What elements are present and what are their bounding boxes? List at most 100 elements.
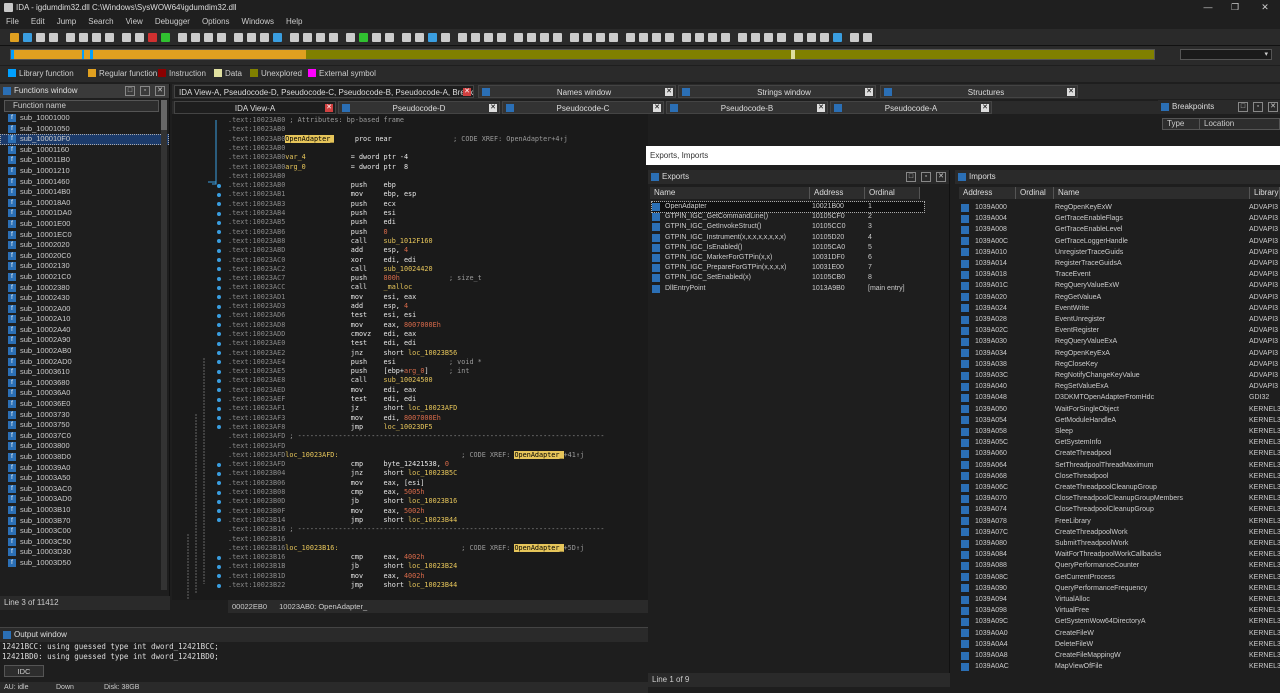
code-label[interactable]: loc_10023B16: [408, 497, 457, 505]
toolbar-tool-icon[interactable]: [497, 33, 506, 42]
import-row[interactable]: 1039A054 GetModuleHandleA KERNEL3: [959, 415, 1280, 426]
toolbar-tool-icon[interactable]: [135, 33, 144, 42]
import-row[interactable]: 1039A02C EventRegister ADVAPI3: [959, 325, 1280, 336]
code-line[interactable]: .text:10023AED mov edi, eax: [228, 386, 416, 395]
function-row[interactable]: f sub_10002A00: [0, 304, 169, 315]
import-row[interactable]: 1039A020 RegGetValueA ADVAPI3: [959, 292, 1280, 303]
highlighted-symbol[interactable]: OpenAdapter_: [285, 134, 335, 143]
view-subtab[interactable]: Pseudocode-D ✕: [338, 101, 500, 114]
code-line[interactable]: .text:10023AB8 call sub_1012F160: [228, 237, 433, 246]
code-line[interactable]: .text:10023B06 mov eax, [esi]: [228, 479, 424, 488]
function-row[interactable]: f sub_10001DA0: [0, 208, 169, 219]
import-row[interactable]: 1039A064 SetThreadpoolThreadMaximum KERNEL…: [959, 460, 1280, 471]
toolbar-tool-icon[interactable]: [721, 33, 730, 42]
code-line[interactable]: .text:10023B1B jb short loc_10023B24: [228, 562, 457, 571]
function-row[interactable]: f sub_10002020: [0, 240, 169, 251]
toolbar-tool-icon[interactable]: [346, 33, 355, 42]
function-row[interactable]: f sub_10001460: [0, 177, 169, 188]
code-line[interactable]: .text:10023AE8 call sub_10024500: [228, 376, 433, 385]
toolbar-tool-icon[interactable]: [583, 33, 592, 42]
toolbar-tool-icon[interactable]: [527, 33, 536, 42]
code-line[interactable]: .text:10023AB5 push edi: [228, 218, 396, 227]
toolbar-tool-icon[interactable]: [708, 33, 717, 42]
code-line[interactable]: .text:10023AFDloc_10023AFD: ; CODE XREF:…: [228, 450, 584, 460]
menu-view[interactable]: View: [120, 15, 149, 29]
imports-name-column[interactable]: Name: [1054, 187, 1250, 199]
toolbar-tool-icon[interactable]: [570, 33, 579, 42]
breakpoint-dot-icon[interactable]: [217, 313, 221, 318]
function-row[interactable]: f sub_10001E00: [0, 219, 169, 230]
code-line[interactable]: .text:10023AB6 push 0: [228, 228, 388, 237]
close-tab-icon[interactable]: ✕: [865, 88, 873, 96]
main-tab[interactable]: IDA View-A, Pseudocode-D, Pseudocode-C, …: [174, 85, 474, 98]
code-line[interactable]: .text:10023ACC call _malloc: [228, 283, 412, 292]
function-row[interactable]: f sub_10003B70: [0, 516, 169, 527]
function-row[interactable]: f sub_10003730: [0, 410, 169, 421]
function-row[interactable]: f sub_10003C00: [0, 526, 169, 537]
close-subtab-icon[interactable]: ✕: [817, 104, 825, 112]
code-label[interactable]: loc_10023AFD:: [285, 451, 338, 459]
toolbar-tool-icon[interactable]: [738, 33, 747, 42]
function-row[interactable]: f sub_100038D0: [0, 452, 169, 463]
code-line[interactable]: .text:10023B16: [228, 535, 285, 544]
toolbar-tool-icon[interactable]: [441, 33, 450, 42]
toolbar-tool-icon[interactable]: [751, 33, 760, 42]
restore-exports-button[interactable]: □: [906, 172, 916, 182]
function-row[interactable]: f sub_10003680: [0, 378, 169, 389]
breakpoint-dot-icon[interactable]: [217, 183, 221, 188]
toolbar-tool-icon[interactable]: [764, 33, 773, 42]
breakpoint-dot-icon[interactable]: [217, 304, 221, 309]
toolbar-tool-icon[interactable]: [161, 33, 170, 42]
code-line[interactable]: .text:10023AB0var_4 = dword ptr -4: [228, 153, 408, 162]
import-row[interactable]: 1039A018 TraceEvent ADVAPI3: [959, 269, 1280, 280]
import-row[interactable]: 1039A050 WaitForSingleObject KERNEL3: [959, 404, 1280, 415]
import-row[interactable]: 1039A00C GetTraceLoggerHandle ADVAPI3: [959, 236, 1280, 247]
toolbar-tool-icon[interactable]: [863, 33, 872, 42]
idc-language-button[interactable]: IDC: [4, 665, 44, 677]
export-row[interactable]: GTPIN_IGC_GetInvokeStruct() 10105CC0 3: [652, 222, 924, 232]
import-row[interactable]: 1039A088 QueryPerformanceCounter KERNEL3: [959, 560, 1280, 571]
code-label[interactable]: loc_10023B16:: [285, 544, 338, 552]
function-row[interactable]: f sub_10002430: [0, 293, 169, 304]
export-row[interactable]: OpenAdapter 10021B00 1: [651, 200, 925, 214]
import-row[interactable]: 1039A08C GetCurrentProcess KERNEL3: [959, 572, 1280, 583]
breakpoint-dot-icon[interactable]: [217, 341, 221, 346]
view-subtab[interactable]: IDA View-A ✕: [174, 101, 336, 114]
breakpoint-dot-icon[interactable]: [217, 258, 221, 262]
toolbar-tool-icon[interactable]: [359, 33, 368, 42]
toolbar-tool-icon[interactable]: [385, 33, 394, 42]
function-row[interactable]: f sub_10002130: [0, 261, 169, 272]
import-row[interactable]: 1039A06C CreateThreadpoolCleanupGroup KERN…: [959, 482, 1280, 493]
import-row[interactable]: 1039A028 EventUnregister ADVAPI3: [959, 314, 1280, 325]
code-line[interactable]: .text:10023AE5 push [ebp+arg_0] ; int: [228, 367, 469, 376]
toolbar-tool-icon[interactable]: [234, 33, 243, 42]
close-tab-icon[interactable]: ✕: [665, 88, 673, 96]
toolbar-tool-icon[interactable]: [122, 33, 131, 42]
function-row[interactable]: f sub_10002A90: [0, 335, 169, 346]
toolbar-tool-icon[interactable]: [290, 33, 299, 42]
function-row[interactable]: f sub_100021C0: [0, 272, 169, 283]
code-line[interactable]: .text:10023B1D mov eax, 4002h: [228, 572, 424, 581]
import-row[interactable]: 1039A0A4 DeleteFileW KERNEL3: [959, 639, 1280, 650]
menu-jump[interactable]: Jump: [51, 15, 83, 29]
toolbar-tool-icon[interactable]: [23, 33, 32, 42]
navigation-strip[interactable]: [10, 49, 1155, 60]
breakpoint-type-column[interactable]: Type: [1167, 119, 1184, 129]
code-line[interactable]: .text:10023AB0: [228, 144, 285, 153]
toolbar-tool-icon[interactable]: [540, 33, 549, 42]
code-line[interactable]: .text:10023AB0OpenAdapter_ proc near ; C…: [228, 134, 568, 144]
toolbar-tool-icon[interactable]: [626, 33, 635, 42]
code-line[interactable]: .text:10023AD3 add esp, 4: [228, 302, 408, 311]
imports-ordinal-column[interactable]: Ordinal: [1016, 187, 1054, 199]
toolbar-tool-icon[interactable]: [596, 33, 605, 42]
import-row[interactable]: 1039A0A0 CreateFileW KERNEL3: [959, 628, 1280, 639]
import-row[interactable]: 1039A070 CloseThreadpoolCleanupGroupMembe…: [959, 493, 1280, 504]
restore-breakpoints-button[interactable]: □: [1238, 102, 1248, 112]
toolbar-tool-icon[interactable]: [402, 33, 411, 42]
code-line[interactable]: .text:10023AB1 mov ebp, esp: [228, 190, 416, 199]
menu-options[interactable]: Options: [196, 15, 236, 29]
menu-windows[interactable]: Windows: [236, 15, 280, 29]
toolbar-tool-icon[interactable]: [204, 33, 213, 42]
toolbar-tool-icon[interactable]: [303, 33, 312, 42]
code-line[interactable]: .text:10023AC7 push 800h ; size_t: [228, 274, 482, 283]
